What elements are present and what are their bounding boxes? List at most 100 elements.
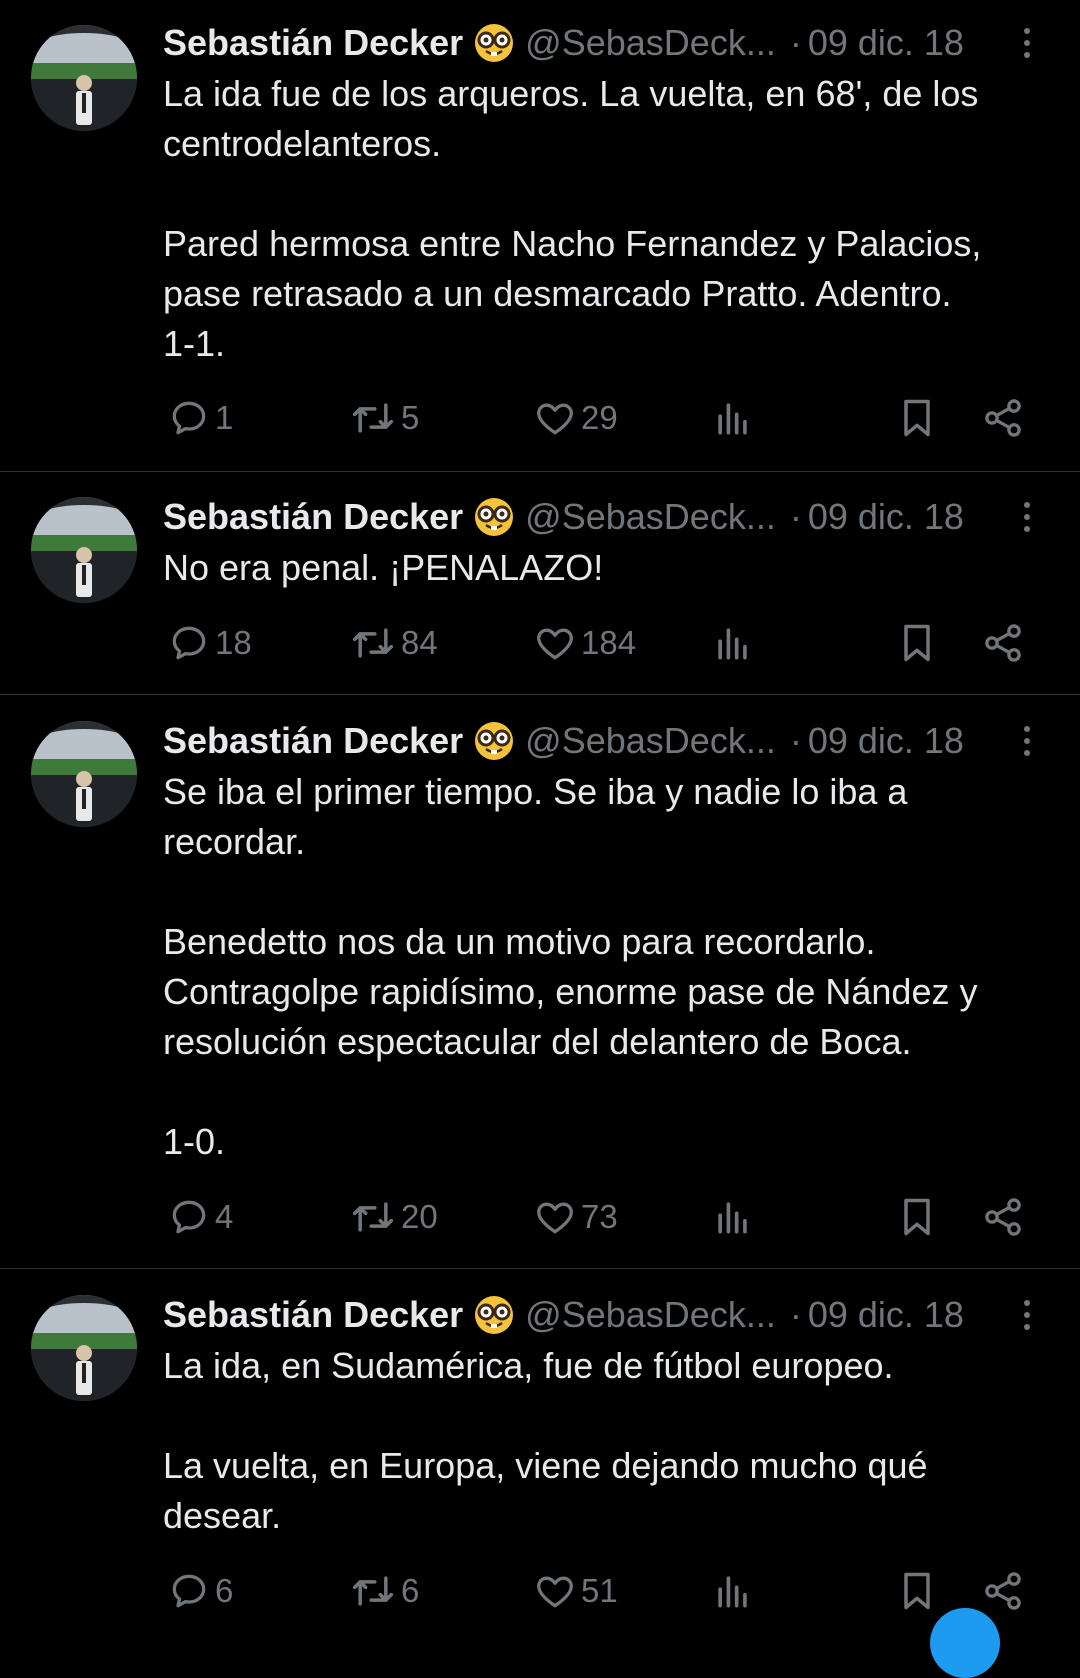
author-handle[interactable]: @SebasDeck... (525, 20, 776, 66)
reply-count: 4 (215, 1198, 234, 1235)
views-button[interactable] (711, 1566, 755, 1616)
views-chart-icon (718, 1576, 747, 1608)
reply-icon (172, 626, 206, 660)
tweet-text: Se iba el primer tiempo. Se iba y nadie … (163, 771, 978, 1162)
separator-dot: · (789, 720, 802, 761)
more-options-icon[interactable] (1010, 494, 1044, 540)
like-count: 184 (581, 624, 637, 661)
heart-icon (537, 1202, 573, 1234)
views-button[interactable] (711, 393, 755, 443)
retweet-count: 6 (401, 1572, 420, 1609)
bookmark-icon (904, 1198, 930, 1236)
separator-dot: · (789, 496, 802, 537)
author-handle[interactable]: @SebasDeck... (525, 494, 776, 540)
compose-button[interactable] (930, 1608, 1000, 1678)
tweet-date[interactable]: 09 dic. 18 (808, 494, 964, 540)
bookmark-icon (904, 1572, 930, 1610)
nerd-face-emoji-icon (473, 22, 515, 64)
views-button[interactable] (711, 618, 755, 668)
views-chart-icon (718, 628, 747, 660)
share-icon (985, 624, 1021, 662)
tweet-text: No era penal. ¡PENALAZO! (163, 547, 604, 588)
avatar[interactable] (31, 25, 137, 131)
share-button[interactable] (981, 1192, 1025, 1242)
more-options-icon[interactable] (1010, 20, 1044, 66)
share-icon (985, 399, 1021, 437)
reply-button[interactable]: 6 (167, 1566, 233, 1616)
separator-dot: · (789, 1294, 802, 1335)
author-name[interactable]: Sebastián Decker (163, 20, 463, 66)
retweet-icon (352, 403, 394, 433)
retweet-button[interactable]: 20 (349, 1192, 438, 1242)
reply-button[interactable]: 18 (167, 618, 252, 668)
reply-button[interactable]: 4 (167, 1192, 233, 1242)
reply-icon (172, 401, 206, 435)
author-handle[interactable]: @SebasDeck... (525, 718, 776, 764)
reply-icon (172, 1200, 206, 1234)
retweet-count: 5 (401, 399, 420, 436)
reply-count: 6 (215, 1572, 234, 1609)
tweet-actions: 4 20 73 (163, 1192, 1043, 1242)
retweet-button[interactable]: 84 (349, 618, 438, 668)
retweet-icon (352, 1576, 394, 1606)
bookmark-button[interactable] (895, 1192, 939, 1242)
views-chart-icon (718, 403, 747, 435)
reply-count: 1 (215, 399, 234, 436)
share-button[interactable] (981, 393, 1025, 443)
avatar[interactable] (31, 721, 137, 827)
retweet-count: 84 (401, 624, 438, 661)
reply-button[interactable]: 1 (167, 393, 233, 443)
author-name[interactable]: Sebastián Decker (163, 1292, 463, 1338)
tweet-actions: 1 5 29 (163, 393, 1043, 443)
reply-count: 18 (215, 624, 252, 661)
share-icon (985, 1198, 1021, 1236)
reply-icon (172, 1574, 206, 1608)
views-chart-icon (718, 1202, 747, 1234)
heart-icon (537, 403, 573, 435)
bookmark-button[interactable] (895, 393, 939, 443)
avatar[interactable] (31, 1295, 137, 1401)
tweet-date[interactable]: 09 dic. 18 (808, 20, 964, 66)
retweet-button[interactable]: 6 (349, 1566, 419, 1616)
like-button[interactable]: 73 (533, 1192, 618, 1242)
author-name[interactable]: Sebastián Decker (163, 718, 463, 764)
nerd-face-emoji-icon (473, 720, 515, 762)
more-options-icon[interactable] (1010, 1292, 1044, 1338)
tweet-date[interactable]: 09 dic. 18 (808, 718, 964, 764)
retweet-button[interactable]: 5 (349, 393, 419, 443)
nerd-face-emoji-icon (473, 496, 515, 538)
divider (0, 694, 1080, 695)
like-button[interactable]: 184 (533, 618, 636, 668)
share-button[interactable] (981, 1566, 1025, 1616)
tweet-header: Sebastián Decker @SebasDeck... · 09 dic.… (163, 1292, 1043, 1338)
tweet-actions: 18 84 184 (163, 618, 1043, 668)
bookmark-button[interactable] (895, 1566, 939, 1616)
share-button[interactable] (981, 618, 1025, 668)
author-handle[interactable]: @SebasDeck... (525, 1292, 776, 1338)
divider (0, 471, 1080, 472)
like-count: 73 (581, 1198, 618, 1235)
tweet-header: Sebastián Decker @SebasDeck... · 09 dic.… (163, 718, 1043, 764)
bookmark-button[interactable] (895, 618, 939, 668)
author-name[interactable]: Sebastián Decker (163, 494, 463, 540)
like-button[interactable]: 51 (533, 1566, 618, 1616)
like-count: 51 (581, 1572, 618, 1609)
tweet-date[interactable]: 09 dic. 18 (808, 1292, 964, 1338)
nerd-face-emoji-icon (473, 1294, 515, 1336)
retweet-icon (352, 628, 394, 658)
tweet-actions: 6 6 51 (163, 1566, 1043, 1616)
heart-icon (537, 628, 573, 660)
share-icon (985, 1572, 1021, 1610)
heart-icon (537, 1576, 573, 1608)
more-options-icon[interactable] (1010, 718, 1044, 764)
views-button[interactable] (711, 1192, 755, 1242)
tweet-text: La ida fue de los arqueros. La vuelta, e… (163, 73, 982, 364)
avatar[interactable] (31, 497, 137, 603)
like-button[interactable]: 29 (533, 393, 618, 443)
retweet-icon (352, 1202, 394, 1232)
retweet-count: 20 (401, 1198, 438, 1235)
bookmark-icon (904, 624, 930, 662)
tweet-header: Sebastián Decker @SebasDeck... · 09 dic.… (163, 20, 1043, 66)
separator-dot: · (789, 22, 802, 63)
like-count: 29 (581, 399, 618, 436)
